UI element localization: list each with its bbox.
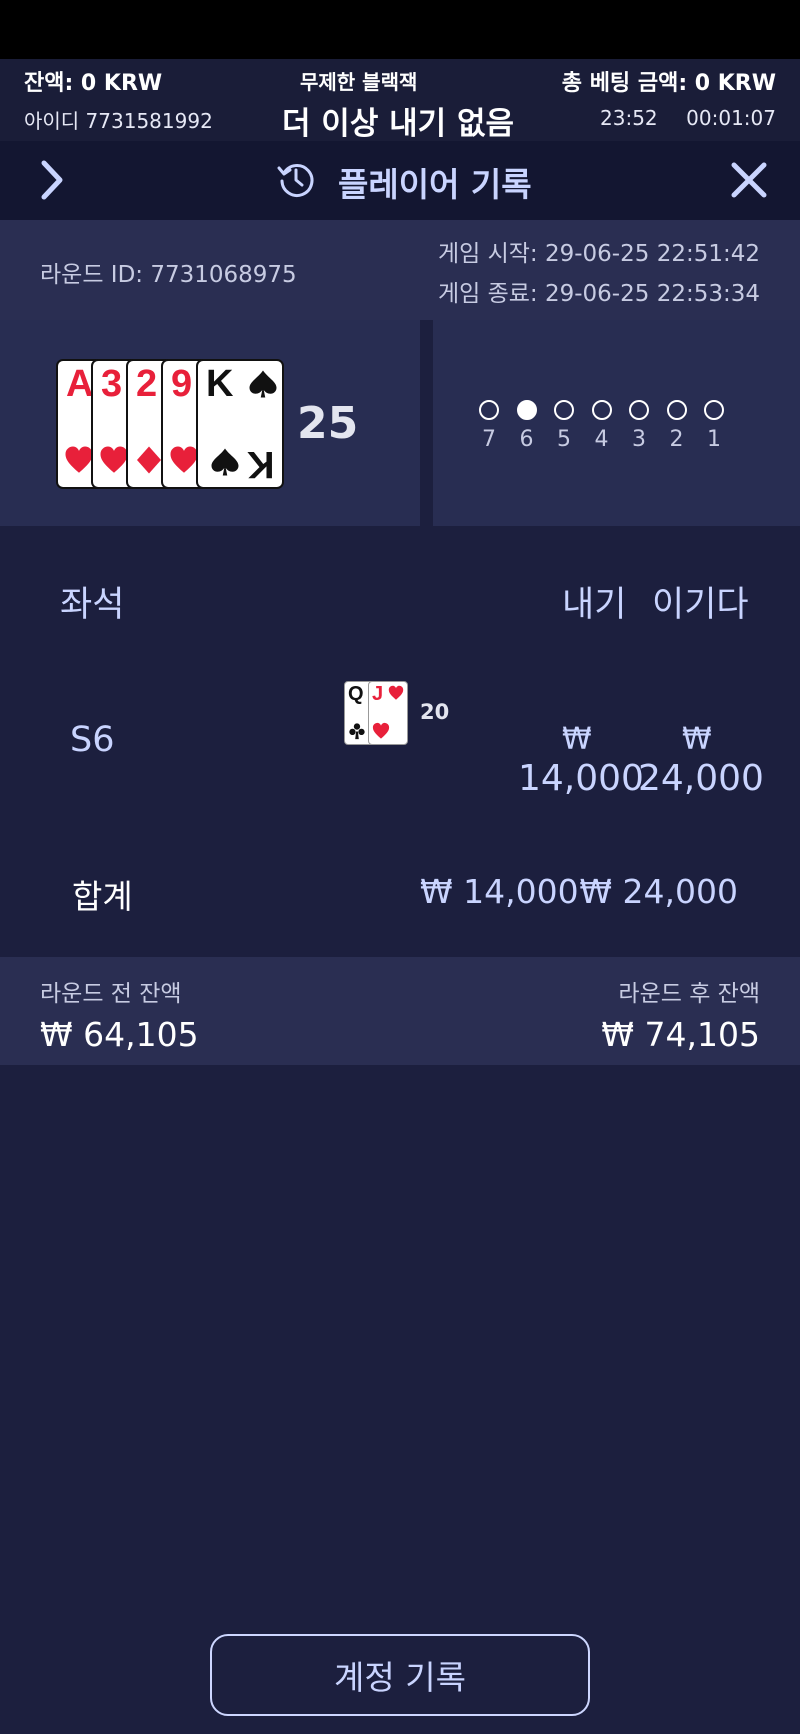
panel-divider <box>420 320 433 526</box>
card-rank: K <box>206 363 234 405</box>
seat-6-option[interactable]: 6 <box>515 400 539 452</box>
seat-radio <box>554 400 574 420</box>
game-name: 무제한 블랙잭 <box>300 70 418 94</box>
game-start-time: 게임 시작: 29-06-25 22:51:42 <box>437 241 760 267</box>
spades-suit-icon <box>249 370 277 398</box>
close-icon[interactable] <box>730 161 768 199</box>
row-bet-amount: 14,000 <box>518 758 644 799</box>
card-rank: 2 <box>136 363 158 405</box>
row-hand-score: 20 <box>420 700 450 724</box>
hearts-suit-icon <box>65 446 93 473</box>
status-message: 더 이상 내기 없음 <box>282 106 515 142</box>
balance-before-value: ₩ 64,105 <box>40 1015 199 1054</box>
balance-after-label: 라운드 후 잔액 <box>618 981 760 1007</box>
seat-4-option[interactable]: 4 <box>590 400 614 452</box>
seat-2-option[interactable]: 2 <box>665 400 689 452</box>
seat-selector: 7654321 <box>477 400 767 470</box>
player-card: J <box>368 681 408 745</box>
total-bet-label: 총 베팅 금액: 0 KRW <box>561 71 776 96</box>
seat-number: 6 <box>519 427 534 452</box>
win-currency: ₩ <box>682 722 712 757</box>
seat-radio <box>479 400 499 420</box>
card-rank: 9 <box>171 363 193 405</box>
total-win-amount: ₩ 24,000 <box>579 872 738 911</box>
bet-currency: ₩ <box>562 722 592 757</box>
row-seat: S6 <box>70 720 115 760</box>
column-win: 이기다 <box>652 585 749 625</box>
total-label: 합계 <box>72 877 133 916</box>
seat-3-option[interactable]: 3 <box>627 400 651 452</box>
seat-5-option[interactable]: 5 <box>552 400 576 452</box>
account-history-button[interactable]: 계정 기록 <box>210 1634 590 1716</box>
balance-label: 잔액: 0 KRW <box>24 71 163 96</box>
clubs-suit-icon <box>349 723 365 740</box>
seat-number: 3 <box>632 427 646 452</box>
hearts-suit-icon <box>170 446 198 473</box>
card-rank: A <box>66 363 94 405</box>
seat-number: 2 <box>669 427 684 452</box>
seat-number: 1 <box>707 427 721 452</box>
column-seat: 좌석 <box>60 585 125 625</box>
balance-before-label: 라운드 전 잔액 <box>40 981 182 1007</box>
chevron-right-icon[interactable] <box>36 159 76 201</box>
seat-1-option[interactable]: 1 <box>702 400 726 452</box>
round-info: 라운드 ID: 7731068975 게임 시작: 29-06-25 22:51… <box>0 220 800 320</box>
session-timer: 00:01:07 <box>686 106 776 130</box>
balance-after-value: ₩ 74,105 <box>601 1015 760 1054</box>
seat-selector-panel: 7654321 <box>433 320 800 526</box>
card-rank: J <box>372 683 384 705</box>
hearts-suit-icon <box>388 685 404 700</box>
status-bar <box>0 0 800 59</box>
seat-7-option[interactable]: 7 <box>477 400 501 452</box>
game-info-bar: 잔액: 0 KRW 무제한 블랙잭 총 베팅 금액: 0 KRW 아이디 773… <box>0 59 800 142</box>
seat-number: 5 <box>557 427 571 452</box>
dealer-card: KK <box>196 359 284 489</box>
seat-radio <box>591 400 612 420</box>
history-title: 플레이어 기록 <box>338 165 532 204</box>
hearts-suit-icon <box>372 722 390 739</box>
card-rank: K <box>246 443 274 485</box>
seat-radio <box>516 400 537 420</box>
column-bet: 내기 <box>562 585 627 625</box>
dealer-hand-panel: A329KK 25 <box>0 320 420 526</box>
seat-radio <box>666 400 687 420</box>
card-rank: Q <box>348 683 364 705</box>
row-win-amount: 24,000 <box>638 758 764 799</box>
game-end-time: 게임 종료: 29-06-25 22:53:34 <box>437 281 760 307</box>
dealer-score: 25 <box>297 398 359 449</box>
balance-summary: 라운드 전 잔액 ₩ 64,105 라운드 후 잔액 ₩ 74,105 <box>0 957 800 1065</box>
seat-radio <box>704 400 724 420</box>
seat-number: 4 <box>594 427 609 452</box>
clock: 23:52 <box>600 106 658 130</box>
round-id: 라운드 ID: 7731068975 <box>40 262 297 288</box>
diamonds-suit-icon <box>137 446 161 474</box>
history-header: 플레이어 기록 <box>0 141 800 220</box>
user-id: 아이디 7731581992 <box>24 109 213 133</box>
total-bet-amount: ₩ 14,000 <box>420 872 579 911</box>
spades-suit-icon <box>211 448 239 476</box>
card-rank: 3 <box>101 363 123 405</box>
seat-radio <box>629 400 649 420</box>
hearts-suit-icon <box>100 446 128 473</box>
seat-number: 7 <box>482 427 496 452</box>
history-icon <box>277 164 314 197</box>
